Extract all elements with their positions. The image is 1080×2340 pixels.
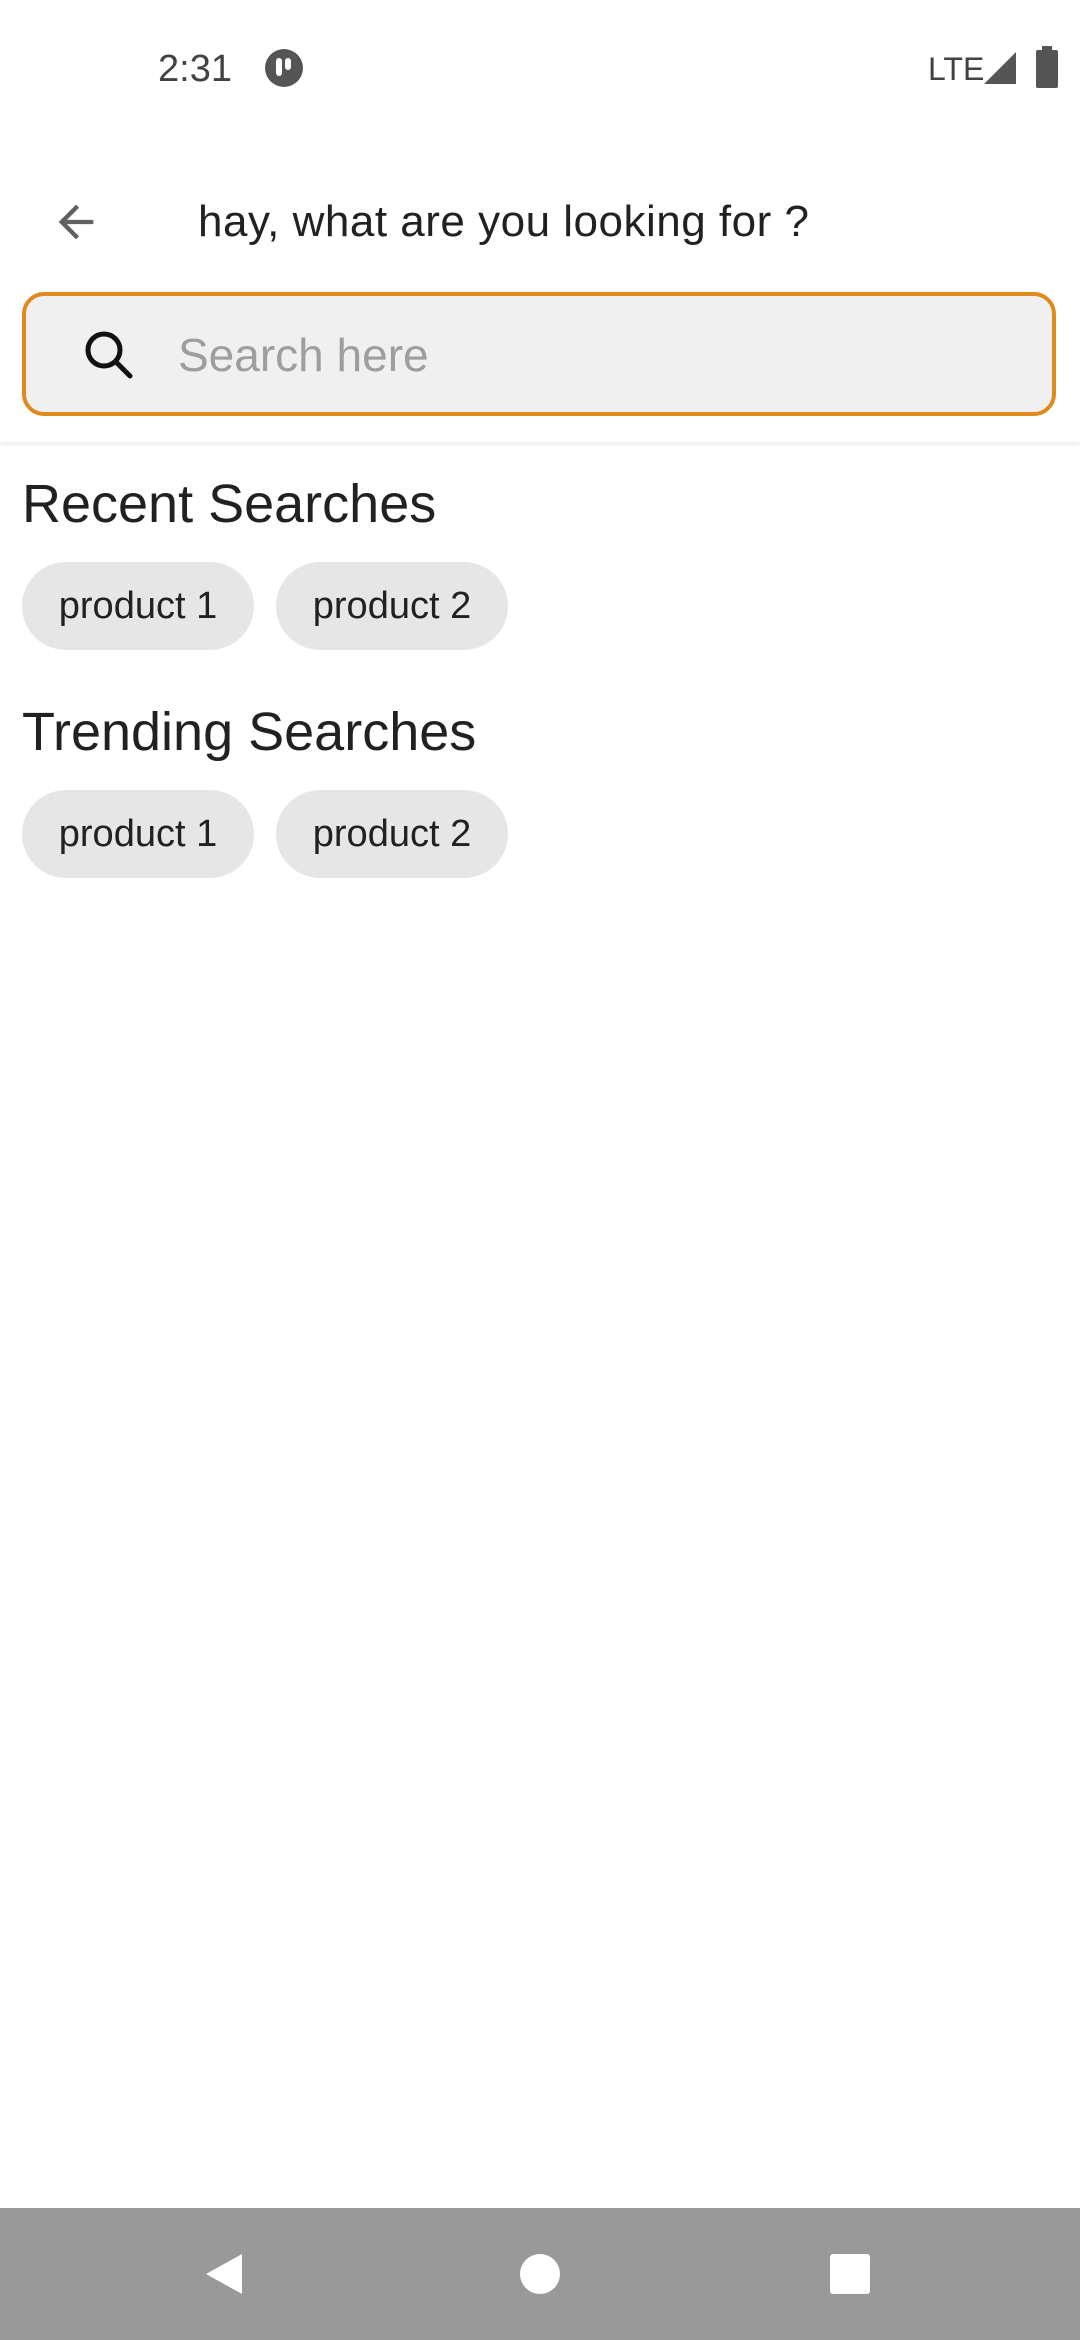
search-input[interactable] [176,314,1020,396]
recent-searches-chips: product 1 product 2 [22,562,508,650]
nav-home-button[interactable] [504,2238,576,2310]
status-bar: 2:31 LTE [0,0,1080,140]
app-notification-icon [265,49,303,87]
signal-icon [984,52,1016,84]
trending-search-chip[interactable]: product 2 [276,790,508,878]
trending-search-chip[interactable]: product 1 [22,790,254,878]
recent-search-chip[interactable]: product 1 [22,562,254,650]
back-triangle-icon [206,2254,242,2294]
network-type-label: LTE [928,51,985,87]
status-time: 2:31 [158,48,232,90]
recents-square-icon [830,2254,870,2294]
arrow-back-icon [58,204,94,240]
recent-searches-heading: Recent Searches [22,474,437,534]
trending-searches-heading: Trending Searches [22,702,477,762]
page-title: hay, what are you looking for ? [198,197,810,246]
system-navigation-bar [0,2208,1080,2340]
recent-search-chip[interactable]: product 2 [276,562,508,650]
battery-icon [1036,46,1058,88]
home-circle-icon [520,2254,560,2294]
search-icon [85,331,133,379]
nav-recents-button[interactable] [814,2238,886,2310]
search-box[interactable] [22,292,1056,416]
back-button[interactable] [40,186,112,258]
trending-searches-chips: product 1 product 2 [22,790,508,878]
search-header: hay, what are you looking for ? [0,140,1080,442]
nav-back-button[interactable] [188,2238,260,2310]
